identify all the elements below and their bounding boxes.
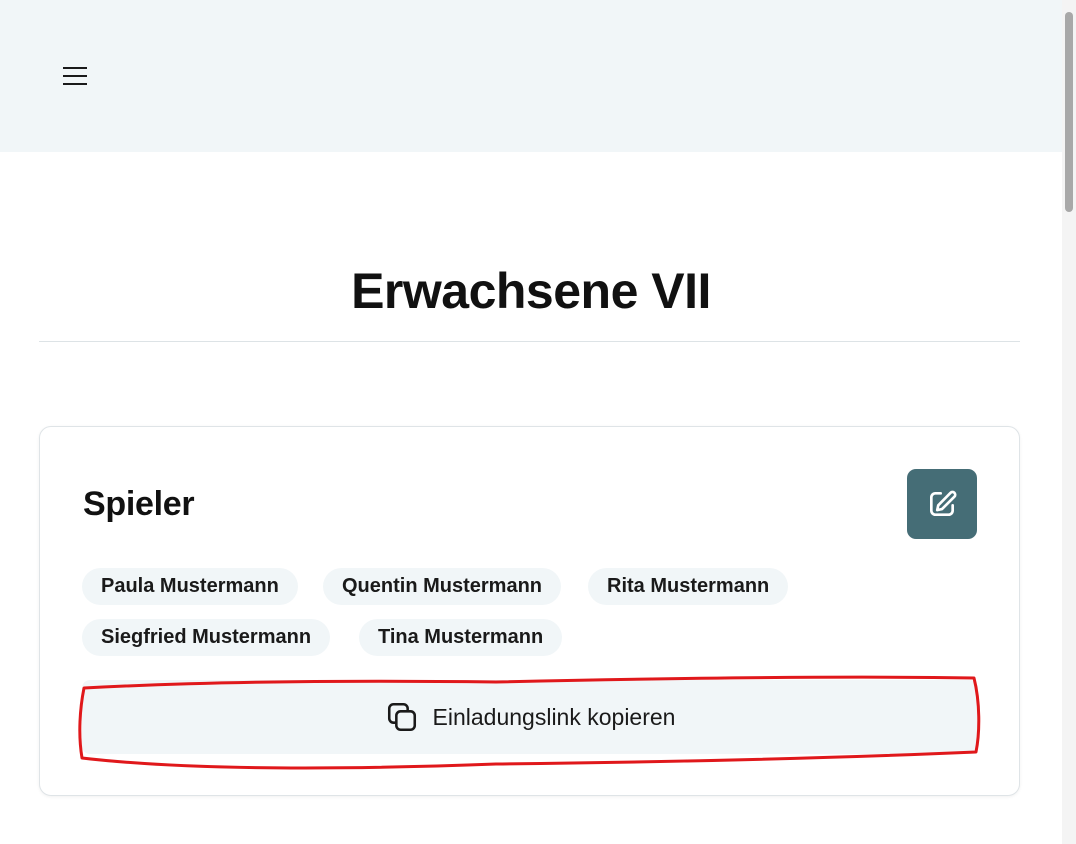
copy-invite-link-label: Einladungslink kopieren: [432, 703, 676, 730]
page-title: Erwachsene VII: [351, 263, 711, 319]
edit-players-button[interactable]: [907, 469, 977, 539]
player-chip: Siegfried Mustermann: [82, 619, 331, 656]
player-chip: Paula Mustermann: [82, 568, 298, 605]
copy-icon: [385, 700, 419, 734]
hamburger-menu-icon: [63, 67, 87, 85]
player-chip: Rita Mustermann: [588, 568, 789, 605]
player-chip: Tina Mustermann: [359, 619, 563, 656]
title-divider: [39, 341, 1020, 342]
player-chip: Quentin Mustermann: [323, 568, 562, 605]
menu-button[interactable]: [56, 58, 94, 94]
scrollbar-thumb[interactable]: [1065, 12, 1073, 212]
copy-invite-link-button[interactable]: Einladungslink kopieren: [82, 680, 978, 754]
vertical-scrollbar[interactable]: [1062, 0, 1076, 844]
players-card: Spieler Paula Mustermann Quentin Musterm…: [39, 426, 1020, 796]
top-bar: [0, 0, 1062, 152]
players-card-title: Spieler: [83, 485, 195, 523]
pencil-square-icon: [930, 490, 957, 516]
